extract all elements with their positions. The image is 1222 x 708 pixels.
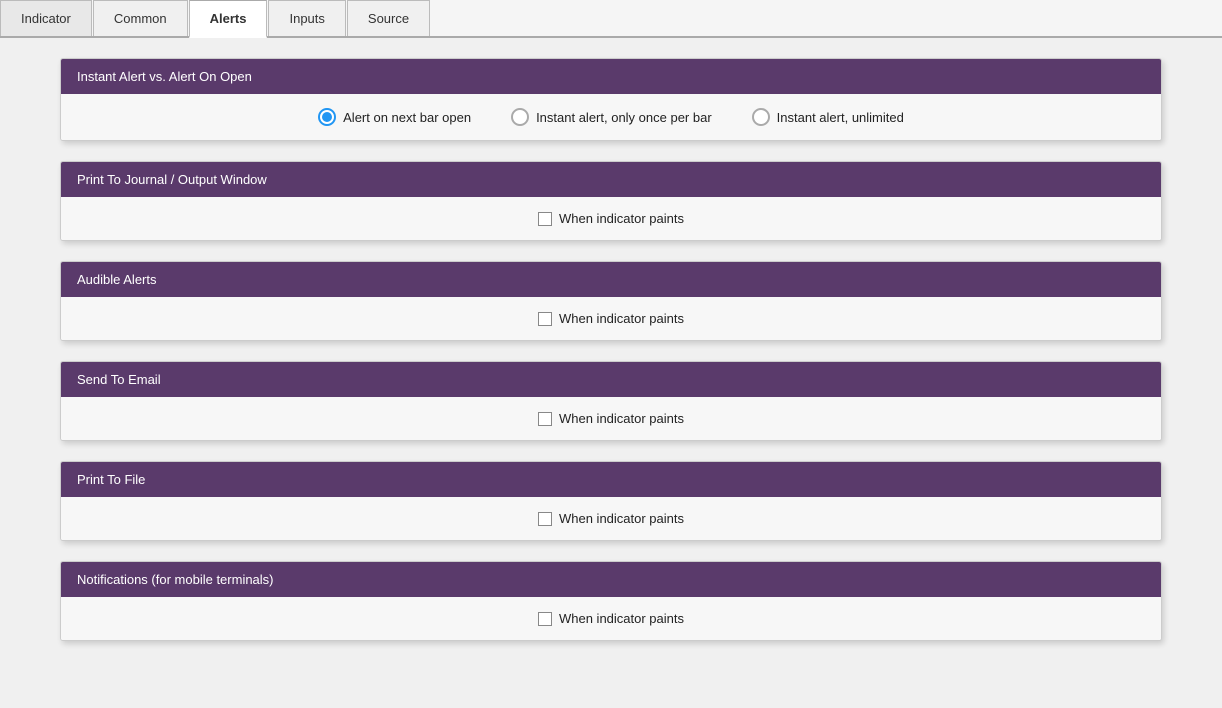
section-instant-alert-header: Instant Alert vs. Alert On Open	[61, 59, 1161, 94]
section-notifications-header: Notifications (for mobile terminals)	[61, 562, 1161, 597]
radio-once-per-bar[interactable]: Instant alert, only once per bar	[511, 108, 712, 126]
checkbox-print-journal[interactable]: When indicator paints	[538, 211, 684, 226]
tab-alerts[interactable]: Alerts	[189, 0, 268, 38]
section-audible-alerts-body: When indicator paints	[61, 297, 1161, 340]
checkbox-print-file[interactable]: When indicator paints	[538, 511, 684, 526]
section-send-email: Send To Email When indicator paints	[60, 361, 1162, 441]
tab-inputs[interactable]: Inputs	[268, 0, 345, 36]
radio-circle-unlimited	[752, 108, 770, 126]
radio-next-bar[interactable]: Alert on next bar open	[318, 108, 471, 126]
section-send-email-body: When indicator paints	[61, 397, 1161, 440]
checkbox-box-email	[538, 412, 552, 426]
radio-circle-once-per-bar	[511, 108, 529, 126]
section-instant-alert-body: Alert on next bar open Instant alert, on…	[61, 94, 1161, 140]
section-send-email-header: Send To Email	[61, 362, 1161, 397]
radio-circle-next-bar	[318, 108, 336, 126]
tab-source[interactable]: Source	[347, 0, 430, 36]
checkbox-box-print-journal	[538, 212, 552, 226]
checkbox-group-print-journal: When indicator paints	[81, 211, 1141, 226]
tab-indicator[interactable]: Indicator	[0, 0, 92, 36]
checkbox-box-print-file	[538, 512, 552, 526]
checkbox-group-audible: When indicator paints	[81, 311, 1141, 326]
section-print-journal: Print To Journal / Output Window When in…	[60, 161, 1162, 241]
section-notifications: Notifications (for mobile terminals) Whe…	[60, 561, 1162, 641]
radio-unlimited[interactable]: Instant alert, unlimited	[752, 108, 904, 126]
section-print-journal-header: Print To Journal / Output Window	[61, 162, 1161, 197]
section-notifications-body: When indicator paints	[61, 597, 1161, 640]
checkbox-group-email: When indicator paints	[81, 411, 1141, 426]
radio-group-alert-timing: Alert on next bar open Instant alert, on…	[81, 108, 1141, 126]
tab-bar: Indicator Common Alerts Inputs Source	[0, 0, 1222, 38]
section-audible-alerts: Audible Alerts When indicator paints	[60, 261, 1162, 341]
section-instant-alert: Instant Alert vs. Alert On Open Alert on…	[60, 58, 1162, 141]
checkbox-audible[interactable]: When indicator paints	[538, 311, 684, 326]
section-print-journal-body: When indicator paints	[61, 197, 1161, 240]
checkbox-group-print-file: When indicator paints	[81, 511, 1141, 526]
section-print-file-body: When indicator paints	[61, 497, 1161, 540]
main-content: Instant Alert vs. Alert On Open Alert on…	[0, 38, 1222, 704]
checkbox-email[interactable]: When indicator paints	[538, 411, 684, 426]
section-audible-alerts-header: Audible Alerts	[61, 262, 1161, 297]
tab-common[interactable]: Common	[93, 0, 188, 36]
checkbox-box-audible	[538, 312, 552, 326]
checkbox-group-notifications: When indicator paints	[81, 611, 1141, 626]
checkbox-box-notifications	[538, 612, 552, 626]
section-print-file-header: Print To File	[61, 462, 1161, 497]
checkbox-notifications[interactable]: When indicator paints	[538, 611, 684, 626]
section-print-file: Print To File When indicator paints	[60, 461, 1162, 541]
